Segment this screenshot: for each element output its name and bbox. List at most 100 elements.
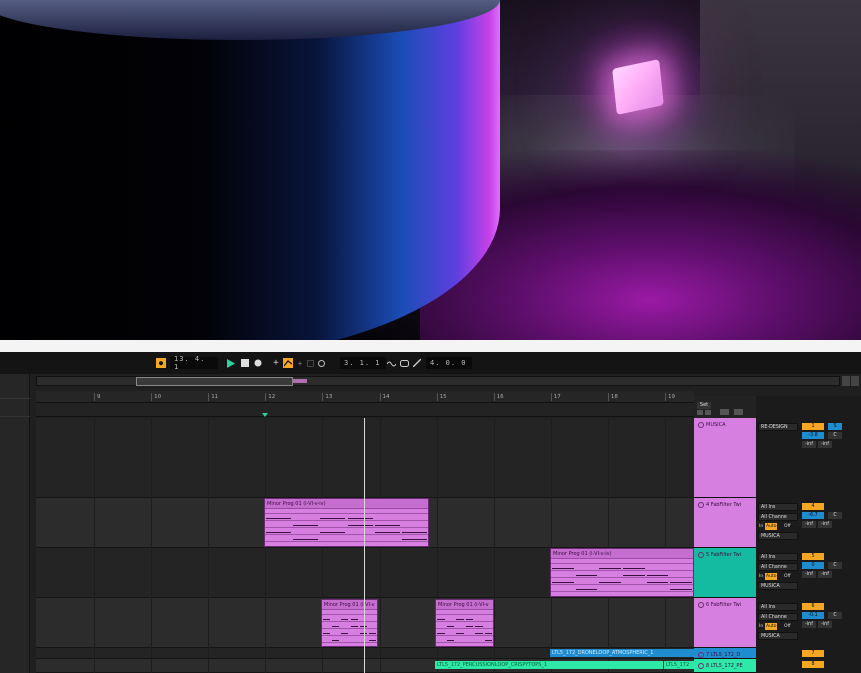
midi-note[interactable] — [484, 640, 492, 641]
input-channel-select[interactable]: All Channe — [758, 563, 798, 571]
output-select[interactable]: MUSICA — [758, 632, 798, 640]
overview-zoom-button[interactable] — [842, 376, 850, 386]
track-number-button[interactable]: 5 — [802, 553, 824, 560]
track-header[interactable]: 6 FabFilter Twi — [694, 598, 756, 648]
solo-button[interactable]: S — [828, 423, 842, 430]
midi-clip[interactable]: Minor Prog 01 (i-VI-v-iv) — [550, 548, 694, 597]
track-title[interactable]: 8 LTL5_172_PE — [698, 663, 743, 669]
loop-toggle-button[interactable] — [399, 358, 409, 368]
track-header[interactable]: MUSICA — [694, 418, 756, 498]
track-activator-icon[interactable] — [698, 552, 704, 558]
midi-note[interactable] — [374, 525, 400, 526]
capture-button[interactable] — [306, 358, 314, 368]
midi-note[interactable] — [350, 626, 358, 627]
volume-field[interactable]: -0.1 — [802, 612, 824, 619]
draw-mode-button[interactable] — [412, 358, 422, 368]
midi-note[interactable] — [401, 532, 427, 533]
track-title[interactable]: 7 LTL5_172_D — [698, 652, 740, 658]
left-panel-row[interactable] — [0, 389, 30, 399]
ruler-bar-label[interactable]: 19 — [665, 393, 675, 401]
loop-start[interactable]: 3. 1. 1 — [340, 357, 386, 369]
arrangement-position[interactable]: 13. 4. 1 — [170, 355, 218, 371]
input-type-select[interactable]: All Ins — [758, 503, 798, 511]
midi-note[interactable] — [475, 633, 483, 634]
left-panel-row[interactable] — [0, 407, 30, 417]
midi-note[interactable] — [446, 626, 454, 627]
midi-note[interactable] — [552, 568, 574, 569]
audio-clip[interactable]: LTL5_172_PERCUSSIONLOOP_CRISPYTOPS_1 — [435, 661, 663, 669]
midi-note[interactable] — [670, 589, 692, 590]
midi-note[interactable] — [575, 589, 598, 590]
track-activator-icon[interactable] — [698, 602, 704, 608]
monitor-in-button[interactable]: In — [758, 523, 764, 530]
ruler-bar-label[interactable]: 12 — [265, 393, 275, 401]
midi-note[interactable] — [646, 575, 669, 576]
input-type-select[interactable]: All Ins — [758, 553, 798, 561]
overview-zoom-button[interactable] — [851, 376, 859, 386]
midi-note[interactable] — [623, 568, 645, 569]
midi-note[interactable] — [475, 626, 483, 627]
output-select[interactable]: MUSICA — [758, 582, 798, 590]
tracks-button[interactable] — [734, 409, 743, 415]
midi-note[interactable] — [446, 640, 454, 641]
play-start-marker[interactable] — [262, 413, 268, 417]
midi-note[interactable] — [332, 640, 340, 641]
midi-note[interactable] — [266, 518, 292, 519]
track-number-button[interactable]: 1 — [802, 423, 824, 430]
midi-note[interactable] — [323, 633, 331, 634]
midi-note[interactable] — [646, 582, 669, 583]
ruler-bar-label[interactable]: 11 — [208, 393, 218, 401]
session-record-button[interactable] — [317, 358, 325, 368]
set-button[interactable]: Set — [697, 402, 711, 409]
midi-note[interactable] — [341, 619, 349, 620]
pan-field[interactable]: C — [828, 562, 842, 569]
midi-note[interactable] — [465, 626, 473, 627]
midi-note[interactable] — [401, 539, 427, 540]
track-title[interactable]: 4 FabFilter Twi — [698, 502, 741, 508]
playhead[interactable] — [364, 418, 365, 673]
track-number-button[interactable]: 4 — [802, 503, 824, 510]
track-activator-icon[interactable] — [698, 663, 704, 669]
midi-clip[interactable]: Minor Prog 01 (i-VI-v — [321, 599, 378, 647]
set-toggle[interactable] — [697, 410, 703, 415]
send-b-field[interactable]: -inf — [818, 441, 832, 448]
track-header[interactable]: 4 FabFilter Twi — [694, 498, 756, 548]
monitor-in-button[interactable]: In — [758, 573, 764, 580]
ruler-bar-label[interactable]: 15 — [436, 393, 447, 401]
record-button[interactable] — [253, 358, 263, 368]
reenable-automation-button[interactable]: + — [296, 358, 304, 368]
monitor-auto-button[interactable]: Auto — [765, 623, 778, 630]
input-channel-select[interactable]: All Channe — [758, 513, 798, 521]
input-type-select[interactable]: All Ins — [758, 603, 798, 611]
overdub-button[interactable]: + — [272, 358, 280, 368]
midi-note[interactable] — [266, 532, 292, 533]
automation-arm-button[interactable] — [283, 358, 293, 368]
monitor-off-button[interactable]: Off — [783, 573, 792, 580]
midi-note[interactable] — [368, 640, 376, 641]
loop-length[interactable]: 4. 0. 0 — [426, 357, 472, 369]
send-a-field[interactable]: -inf — [802, 441, 816, 448]
audio-clip[interactable]: LTL5_172_DRONELOOP_ATMOSPHERIC_1 — [550, 649, 694, 657]
pan-field[interactable]: C — [828, 432, 842, 439]
midi-note[interactable] — [575, 575, 598, 576]
play-button[interactable] — [226, 358, 236, 368]
track-number-button[interactable]: 6 — [802, 603, 824, 610]
ruler-bar-label[interactable]: 16 — [493, 393, 504, 401]
midi-note[interactable] — [456, 633, 464, 634]
track-activator-icon[interactable] — [698, 502, 704, 508]
midi-note[interactable] — [552, 582, 574, 583]
midi-note[interactable] — [320, 532, 346, 533]
arrangement-view[interactable]: Minor Prog 01 (i-VI-v-iv) Minor Prog 01 … — [36, 418, 694, 673]
output-select[interactable]: MUSICA — [758, 532, 798, 540]
ruler-bar-label[interactable]: 9 — [94, 393, 101, 401]
ruler-bar-label[interactable]: 17 — [550, 393, 561, 401]
pan-field[interactable]: C — [828, 612, 842, 619]
midi-note[interactable] — [437, 619, 445, 620]
track-activator-icon[interactable] — [698, 652, 704, 658]
midi-note[interactable] — [350, 619, 358, 620]
track-title[interactable]: 6 FabFilter Twi — [698, 602, 741, 608]
midi-note[interactable] — [599, 582, 621, 583]
monitor-auto-button[interactable]: Auto — [765, 523, 778, 530]
midi-note[interactable] — [437, 633, 445, 634]
midi-note[interactable] — [341, 633, 349, 634]
